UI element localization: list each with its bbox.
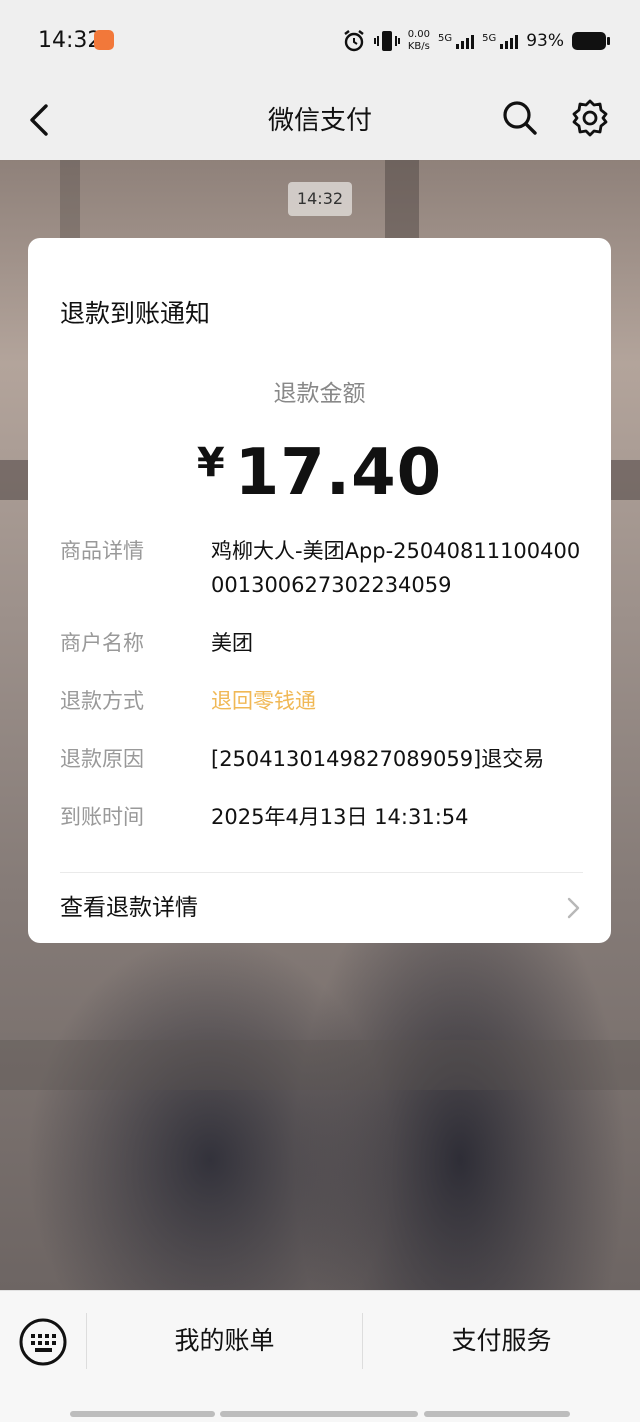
detail-label: 退款原因: [60, 747, 144, 771]
message-timestamp: 14:32: [288, 182, 352, 216]
detail-value: 退回零钱通: [211, 689, 316, 713]
top-nav-bar: 微信支付: [0, 80, 640, 160]
refund-notification-card[interactable]: 退款到账通知 退款金额 ¥17.40 商品详情 鸡柳大人-美团App-25040…: [28, 238, 611, 943]
card-title: 退款到账通知: [60, 299, 211, 328]
divider: [60, 872, 583, 873]
app-notification-icon: [94, 30, 114, 50]
detail-label: 商户名称: [60, 631, 144, 655]
chevron-right-icon: [567, 897, 580, 919]
sim2-label: 5G: [482, 33, 497, 44]
detail-value: 2025年4月13日 14:31:54: [211, 805, 469, 829]
status-time: 14:32: [38, 28, 102, 53]
vibrate-icon: [373, 31, 400, 51]
details-link-label: 查看退款详情: [60, 895, 198, 921]
battery-icon: [572, 32, 610, 50]
bottom-menu-bar: 我的账单 支付服务: [0, 1290, 640, 1422]
wechat-pay-chat-screen: 14:32 0.00 KB/s 5G 5G 93% 微信支付 14:32 退款到…: [0, 0, 640, 1422]
detail-label: 退款方式: [60, 689, 144, 713]
currency-symbol: ¥: [196, 440, 225, 486]
background-decoration: [0, 1040, 640, 1090]
signal-icon: [500, 33, 519, 49]
detail-value: 美团: [211, 631, 253, 655]
sim1-label: 5G: [437, 33, 453, 44]
detail-value: [2504130149827089059]退交易: [211, 747, 545, 771]
detail-row-arrival-time: 到账时间 2025年4月13日 14:31:54: [60, 800, 590, 834]
network-speed: 0.00 KB/s: [408, 29, 430, 53]
status-indicators: 0.00 KB/s 5G 5G 93%: [342, 24, 610, 58]
detail-row-merchant: 商户名称 美团: [60, 626, 590, 660]
network-speed-unit: KB/s: [407, 41, 430, 52]
home-indicator: [424, 1411, 570, 1417]
amount-label: 退款金额: [273, 381, 366, 407]
battery-percent: 93%: [526, 31, 564, 51]
alarm-icon: [343, 30, 364, 52]
detail-rows: 商品详情 鸡柳大人-美团App-250408111004000013006273…: [60, 534, 590, 858]
menu-payment-services[interactable]: 支付服务: [363, 1321, 640, 1357]
status-bar: 14:32 0.00 KB/s 5G 5G 93%: [0, 0, 640, 80]
detail-label: 到账时间: [60, 805, 144, 829]
home-indicator: [70, 1411, 215, 1417]
refund-amount: ¥17.40: [28, 436, 611, 510]
view-refund-details-link[interactable]: 查看退款详情: [60, 888, 582, 928]
amount-value: 17.40: [234, 436, 443, 510]
detail-value: 鸡柳大人-美团App-25040811100400001300627302234…: [211, 539, 581, 597]
detail-row-refund-method: 退款方式 退回零钱通: [60, 684, 590, 718]
page-title: 微信支付: [267, 106, 372, 136]
menu-my-bills[interactable]: 我的账单: [87, 1321, 362, 1357]
gear-icon[interactable]: [570, 98, 610, 138]
network-speed-value: 0.00: [407, 29, 430, 40]
search-icon[interactable]: [500, 98, 540, 138]
detail-row-product: 商品详情 鸡柳大人-美团App-250408111004000013006273…: [60, 534, 590, 602]
keyboard-icon[interactable]: [18, 1317, 68, 1367]
home-indicator: [220, 1411, 418, 1417]
detail-label: 商品详情: [60, 539, 144, 563]
detail-row-refund-reason: 退款原因 [2504130149827089059]退交易: [60, 742, 590, 776]
signal-sim2: 5G: [482, 33, 519, 49]
signal-icon: [456, 33, 475, 49]
signal-sim1: 5G: [437, 33, 475, 49]
